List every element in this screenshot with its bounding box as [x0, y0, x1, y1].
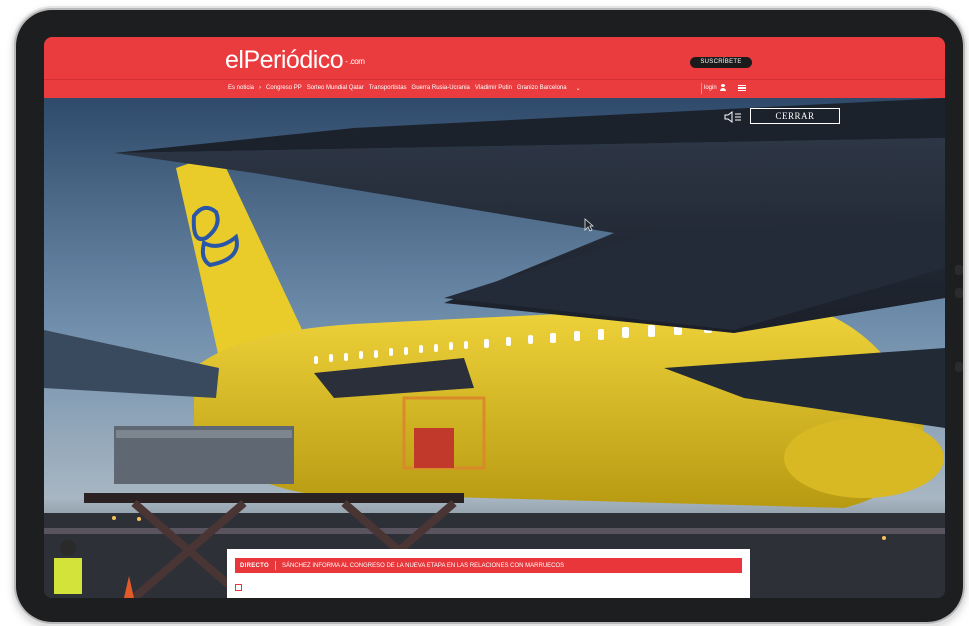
- subscribe-button[interactable]: SUSCRÍBETE: [690, 57, 752, 68]
- tablet-screen: elPeriódico - .com SUSCRÍBETE Es noticia …: [44, 37, 945, 598]
- close-button[interactable]: CERRAR: [750, 108, 840, 124]
- nav-divider: [701, 83, 702, 94]
- video-player[interactable]: CERRAR: [44, 98, 945, 598]
- login-link[interactable]: login: [704, 84, 726, 91]
- breaking-news-panel: DIRECTO SÁNCHEZ INFORMA AL CONGRESO DE L…: [227, 549, 750, 598]
- login-label: login: [704, 84, 717, 91]
- nav-item-congreso-pp[interactable]: Congreso PP: [266, 85, 302, 92]
- nav-list: Es noticia › Congreso PP Sorteo Mundial …: [228, 85, 581, 92]
- site-logo[interactable]: elPeriódico - .com: [225, 46, 365, 75]
- nav-separator: ›: [259, 85, 262, 91]
- nav-item-putin[interactable]: Vladimir Putin: [475, 85, 512, 92]
- nav-item-transportistas[interactable]: Transportistas: [369, 85, 407, 92]
- device-side-button: [955, 362, 963, 372]
- section-icon: [235, 584, 242, 591]
- nav-item-es-noticia: Es noticia: [228, 85, 255, 91]
- user-icon: [719, 84, 726, 91]
- site-header: elPeriódico - .com SUSCRÍBETE: [44, 37, 945, 79]
- device-side-button: [955, 288, 963, 298]
- video-frame-image: [44, 98, 945, 598]
- breaking-news-ticker[interactable]: DIRECTO SÁNCHEZ INFORMA AL CONGRESO DE L…: [235, 558, 742, 573]
- logo-text: elPeriódico: [225, 46, 344, 74]
- breaking-headline[interactable]: SÁNCHEZ INFORMA AL CONGRESO DE LA NUEVA …: [276, 563, 564, 569]
- menu-icon[interactable]: [738, 85, 746, 91]
- chevron-down-icon[interactable]: ⌄: [576, 85, 581, 92]
- live-tag: DIRECTO: [240, 562, 269, 569]
- top-navigation: Es noticia › Congreso PP Sorteo Mundial …: [44, 79, 945, 98]
- nav-item-guerra[interactable]: Guerra Rusia-Ucrania: [412, 85, 470, 92]
- cursor-icon: [584, 218, 594, 232]
- logo-suffix: - .com: [345, 56, 365, 66]
- news-subsection: [235, 584, 245, 591]
- sound-icon[interactable]: [724, 111, 742, 123]
- nav-item-granizo[interactable]: Granizo Barcelona: [517, 85, 567, 92]
- nav-item-sorteo-mundial[interactable]: Sorteo Mundial Qatar: [307, 85, 364, 92]
- device-side-button: [955, 265, 963, 275]
